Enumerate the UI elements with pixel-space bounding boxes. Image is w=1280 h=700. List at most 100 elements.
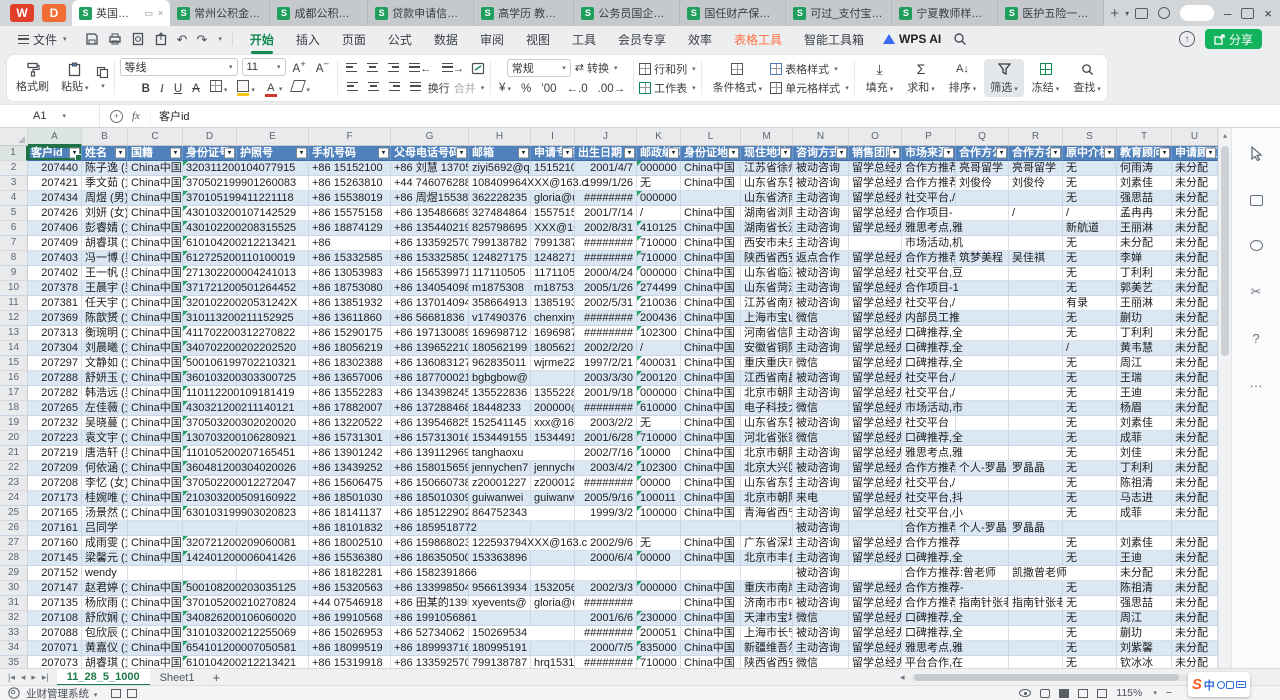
cell[interactable] bbox=[469, 611, 531, 626]
rows-columns-button[interactable]: 行和列▾ bbox=[639, 61, 696, 77]
cell[interactable] bbox=[1009, 356, 1063, 371]
cell[interactable]: +86 52734062 bbox=[391, 626, 469, 641]
justify-button[interactable] bbox=[407, 80, 424, 96]
cell[interactable]: 口碑推荐,全 bbox=[902, 431, 956, 446]
cell[interactable]: 无 bbox=[1063, 506, 1117, 521]
cell[interactable]: 冯一博 (男 bbox=[82, 251, 128, 266]
cell[interactable]: +86 1343982452 bbox=[391, 386, 469, 401]
header-cell[interactable]: 姓名▾ bbox=[82, 146, 128, 161]
cell[interactable]: 2002/3/3 bbox=[575, 581, 637, 596]
cell[interactable]: 207378 bbox=[28, 281, 82, 296]
filter-dropdown-icon[interactable]: ▾ bbox=[1104, 148, 1115, 159]
cell[interactable] bbox=[956, 536, 1009, 551]
cell[interactable]: 留学总经办 bbox=[849, 371, 902, 386]
cell[interactable]: 留学总经办 bbox=[849, 611, 902, 626]
cell[interactable]: 2002/2/20 bbox=[575, 341, 637, 356]
cell[interactable]: 未分配 bbox=[1172, 206, 1218, 221]
cell[interactable]: +86 1354866895 bbox=[391, 206, 469, 221]
cell[interactable]: 袁文宇 (女 bbox=[82, 431, 128, 446]
cell[interactable]: China中国 bbox=[681, 506, 741, 521]
cell[interactable]: China中国 bbox=[681, 371, 741, 386]
file-tab[interactable]: S公务员国企事业单位 bbox=[574, 0, 680, 26]
cell[interactable]: 无 bbox=[1063, 356, 1117, 371]
cell[interactable]: +44 07546918 bbox=[309, 596, 391, 611]
cell[interactable]: 2000/6/4 bbox=[575, 551, 637, 566]
cell[interactable]: 151521001 bbox=[531, 161, 575, 176]
cell[interactable]: 山东省菏泽 bbox=[741, 281, 793, 296]
cell[interactable]: 唐浩轩 (男 bbox=[82, 446, 128, 461]
row-number[interactable]: 30 bbox=[0, 581, 28, 596]
cell[interactable]: ######## bbox=[575, 401, 637, 416]
cell[interactable]: 1997/2/21 bbox=[575, 356, 637, 371]
cell[interactable]: China中国 bbox=[681, 401, 741, 416]
cell[interactable]: 陈祖清 bbox=[1117, 476, 1172, 491]
cell[interactable]: 口碑推荐,全 bbox=[902, 611, 956, 626]
cell[interactable]: 主动咨询 bbox=[793, 536, 849, 551]
cell[interactable]: 罗晶晶 bbox=[1009, 461, 1063, 476]
cell[interactable]: 微信 bbox=[793, 611, 849, 626]
filter-dropdown-icon[interactable]: ▾ bbox=[378, 148, 389, 159]
cell[interactable]: 710000 bbox=[637, 431, 681, 446]
cell[interactable]: 207426 bbox=[28, 206, 82, 221]
header-cell[interactable]: 合作方名▾ bbox=[1009, 146, 1063, 161]
cell[interactable]: +86 1565399710 bbox=[391, 266, 469, 281]
cell[interactable]: gloria@uki bbox=[531, 596, 575, 611]
cell[interactable]: / bbox=[1009, 206, 1063, 221]
cell[interactable]: 2001/6/6 bbox=[575, 611, 637, 626]
cell[interactable]: 271302200004241013 bbox=[183, 266, 237, 281]
cell[interactable]: 社交平台,/ bbox=[902, 386, 956, 401]
cell[interactable]: ######## bbox=[575, 191, 637, 206]
cell[interactable]: 180562199 bbox=[531, 341, 575, 356]
cell[interactable]: +86 15319918 bbox=[309, 656, 391, 668]
cell[interactable]: 2003/4/2 bbox=[575, 461, 637, 476]
cell[interactable]: China中国 bbox=[128, 626, 183, 641]
cell[interactable]: 社交平台,小 bbox=[902, 506, 956, 521]
cell[interactable]: 102300 bbox=[637, 326, 681, 341]
bold-button[interactable]: B bbox=[139, 81, 153, 97]
increase-indent-button[interactable]: → bbox=[439, 61, 468, 77]
cell[interactable]: 152541145 bbox=[469, 416, 531, 431]
cell[interactable]: China中国 bbox=[128, 341, 183, 356]
row-number[interactable]: 4 bbox=[0, 191, 28, 206]
orientation-icon[interactable] bbox=[471, 62, 485, 75]
cell[interactable]: 230000 bbox=[637, 611, 681, 626]
cell[interactable]: 陕西省西安 bbox=[741, 656, 793, 668]
column-header-P[interactable]: P bbox=[902, 128, 956, 146]
print-icon[interactable] bbox=[108, 32, 122, 46]
cell[interactable]: 370105199411221118 bbox=[183, 191, 237, 206]
header-cell[interactable]: 父母电话号码▾ bbox=[391, 146, 469, 161]
sum-button[interactable]: Σ求和▾ bbox=[901, 61, 941, 95]
menu-tab-数据[interactable]: 数据 bbox=[423, 27, 469, 52]
collaborate-icon[interactable]: ▭ bbox=[144, 8, 153, 19]
cell[interactable] bbox=[681, 191, 741, 206]
cell[interactable] bbox=[1063, 521, 1117, 536]
column-header-M[interactable]: M bbox=[741, 128, 793, 146]
cell[interactable]: 主动咨询 bbox=[793, 341, 849, 356]
cell[interactable]: 新疆维吾尔 bbox=[741, 641, 793, 656]
cell[interactable]: 吕同学 bbox=[82, 521, 128, 536]
header-cell[interactable]: 邮政编码▾ bbox=[637, 146, 681, 161]
new-document-caret-icon[interactable]: ▾ bbox=[1125, 9, 1135, 18]
cell[interactable]: 口碑推荐,全 bbox=[902, 326, 956, 341]
cell[interactable]: China中国 bbox=[681, 446, 741, 461]
cell[interactable]: 未分配 bbox=[1172, 491, 1218, 506]
cell[interactable]: 207381 bbox=[28, 296, 82, 311]
font-color-button[interactable]: A▾ bbox=[262, 80, 286, 98]
cell[interactable] bbox=[1009, 266, 1063, 281]
cell[interactable] bbox=[128, 521, 183, 536]
cell[interactable]: 无 bbox=[1063, 266, 1117, 281]
cell[interactable]: 2000/7/5 bbox=[575, 641, 637, 656]
file-tab[interactable]: S常州公积金 .xlsx bbox=[170, 0, 270, 26]
column-header-I[interactable]: I bbox=[531, 128, 575, 146]
cell[interactable]: ######## bbox=[575, 596, 637, 611]
cell[interactable]: 207152 bbox=[28, 566, 82, 581]
cell[interactable]: 327484864 bbox=[469, 206, 531, 221]
cell[interactable]: m1875308 bbox=[531, 281, 575, 296]
cell[interactable]: 340826200106060020 bbox=[183, 611, 237, 626]
cell[interactable]: 合作方推荐- bbox=[902, 596, 956, 611]
vertical-scrollbar[interactable]: ▴ bbox=[1218, 128, 1231, 668]
row-number[interactable]: 31 bbox=[0, 596, 28, 611]
cell[interactable]: guiwanwei bbox=[531, 491, 575, 506]
cell[interactable]: China中国 bbox=[128, 476, 183, 491]
cell[interactable]: China中国 bbox=[128, 176, 183, 191]
